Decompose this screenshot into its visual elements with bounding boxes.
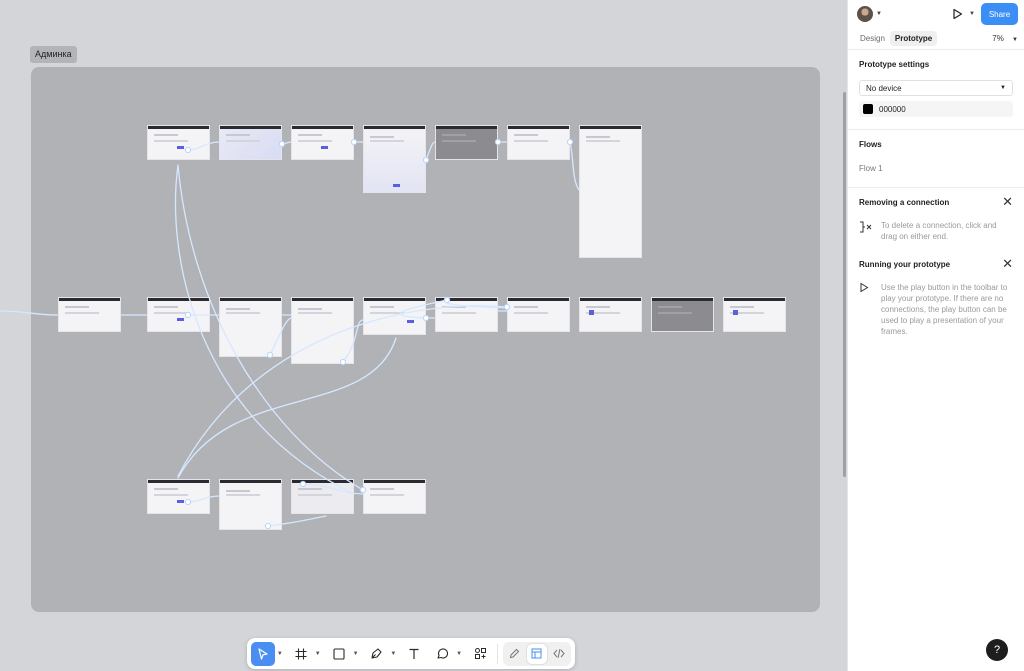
bottom-toolbar: ▼ ▼ ▼ ▼ ▼ bbox=[247, 638, 575, 669]
shape-tool-button[interactable] bbox=[327, 642, 351, 666]
prototype-settings-section: Prototype settings No device ▼ 000000 bbox=[848, 50, 1024, 130]
chevron-down-icon[interactable]: ▼ bbox=[388, 642, 398, 666]
chevron-down-icon[interactable]: ▼ bbox=[275, 642, 285, 666]
color-hex-value[interactable]: 000000 bbox=[879, 105, 906, 114]
flows-section: Flows Flow 1 bbox=[848, 130, 1024, 188]
tab-prototype[interactable]: Prototype bbox=[889, 31, 938, 46]
section-title: Prototype settings bbox=[859, 60, 930, 69]
close-icon[interactable]: ✕ bbox=[1002, 257, 1013, 270]
frame-icon bbox=[295, 648, 307, 659]
chevron-down-icon: ▼ bbox=[1012, 37, 1018, 43]
prototype-connections bbox=[0, 138, 580, 530]
pen-icon bbox=[371, 648, 382, 659]
hint-text: To delete a connection, click and drag o… bbox=[881, 221, 997, 241]
running-prototype-section: Running your prototype ✕ Use the play bu… bbox=[848, 250, 1024, 347]
play-icon bbox=[952, 8, 962, 20]
removing-connection-section: Removing a connection ✕ To delete a conn… bbox=[848, 188, 1024, 250]
dev-mode-button[interactable] bbox=[549, 644, 569, 664]
text-icon bbox=[409, 648, 419, 659]
background-color-field[interactable]: 000000 bbox=[859, 101, 1013, 117]
avatar[interactable] bbox=[857, 6, 873, 22]
color-swatch[interactable] bbox=[863, 104, 873, 114]
text-tool-button[interactable] bbox=[402, 642, 426, 666]
properties-panel: ▼ ▼ Share Design Prototype 7% ▼ Prototyp… bbox=[847, 0, 1024, 671]
mode-switcher bbox=[502, 641, 571, 666]
code-icon bbox=[553, 648, 565, 659]
chevron-down-icon[interactable]: ▼ bbox=[876, 11, 882, 17]
section-title: Flows bbox=[859, 140, 882, 149]
flow-item[interactable]: Flow 1 bbox=[859, 164, 1013, 173]
pen-tool-button[interactable] bbox=[365, 642, 389, 666]
canvas-scrollbar[interactable] bbox=[843, 92, 846, 477]
close-icon[interactable]: ✕ bbox=[1002, 195, 1013, 208]
components-icon bbox=[474, 648, 486, 659]
design-canvas[interactable]: Админка bbox=[0, 0, 847, 671]
help-button[interactable]: ? bbox=[986, 639, 1008, 661]
chevron-down-icon[interactable]: ▼ bbox=[454, 642, 464, 666]
pencil-icon bbox=[510, 648, 520, 659]
zoom-value: 7% bbox=[992, 34, 1004, 43]
chevron-down-icon[interactable]: ▼ bbox=[313, 642, 323, 666]
disconnect-icon bbox=[859, 220, 881, 242]
layout-icon bbox=[531, 648, 542, 659]
chevron-down-icon: ▼ bbox=[1000, 85, 1006, 91]
chevron-down-icon[interactable]: ▼ bbox=[351, 642, 361, 666]
section-title: Removing a connection bbox=[859, 198, 950, 207]
toolbar-divider bbox=[496, 643, 498, 664]
panel-header: ▼ ▼ Share bbox=[848, 0, 1024, 28]
zoom-level[interactable]: 7% ▼ bbox=[992, 34, 1018, 43]
tab-design[interactable]: Design bbox=[855, 31, 890, 46]
device-select[interactable]: No device ▼ bbox=[859, 80, 1013, 96]
actions-tool-button[interactable] bbox=[468, 642, 492, 666]
present-button[interactable] bbox=[950, 7, 964, 21]
design-mode-button[interactable] bbox=[526, 643, 547, 664]
comment-tool-button[interactable] bbox=[430, 642, 454, 666]
play-icon bbox=[859, 282, 881, 337]
share-button[interactable]: Share bbox=[981, 3, 1018, 25]
draw-mode-button[interactable] bbox=[505, 644, 525, 664]
cursor-icon bbox=[258, 647, 268, 660]
hint-text: Use the play button in the toolbar to pl… bbox=[881, 283, 1008, 336]
rectangle-icon bbox=[333, 647, 345, 660]
section-title: Running your prototype bbox=[859, 260, 951, 269]
panel-tabs: Design Prototype 7% ▼ bbox=[848, 28, 1024, 50]
move-tool-button[interactable] bbox=[251, 641, 275, 666]
comment-icon bbox=[437, 648, 448, 659]
chevron-down-icon[interactable]: ▼ bbox=[969, 11, 975, 17]
frame-tool-button[interactable] bbox=[289, 642, 313, 666]
device-value: No device bbox=[866, 83, 902, 93]
